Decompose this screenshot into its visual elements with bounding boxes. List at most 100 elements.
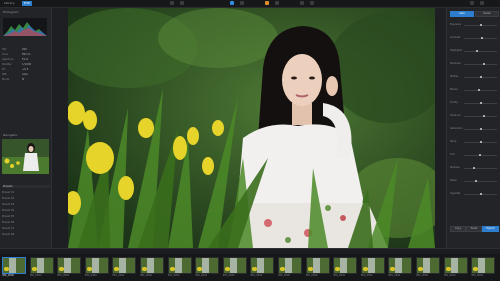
filmstrip-caption: IMG_0000	[84, 274, 97, 277]
crop-icon[interactable]	[230, 1, 234, 5]
filmstrip-thumbnail[interactable]	[250, 257, 275, 274]
adjust-slider[interactable]: Vibrance	[450, 114, 498, 117]
adjust-slider[interactable]: Blacks	[450, 88, 498, 91]
presets-header[interactable]: Presets	[2, 185, 50, 188]
filmstrip-thumbnail[interactable]	[195, 257, 220, 274]
slider-track[interactable]	[464, 167, 497, 169]
filmstrip-thumbnail[interactable]	[222, 257, 247, 274]
filmstrip-thumbnail[interactable]	[84, 257, 109, 274]
thumbnail-subject	[312, 258, 320, 273]
compare-icon[interactable]	[180, 1, 184, 5]
thumbnail-flower	[307, 267, 313, 271]
filmstrip-caption: IMG_0000	[195, 274, 208, 277]
thumbnail-flower	[86, 267, 92, 271]
zoom-icon[interactable]	[300, 1, 304, 5]
filmstrip-thumbnail[interactable]	[2, 257, 26, 274]
thumbnail-flower	[142, 267, 147, 271]
filmstrip: IMG_0000 IMG_0000 IMG_0000 IMG_0000 IMG_0000…	[0, 254, 500, 281]
slider-handle[interactable]	[482, 114, 485, 117]
settings-icon[interactable]	[470, 1, 474, 5]
copy-button[interactable]: Copy	[450, 226, 466, 232]
info-value: f/1.8	[22, 58, 28, 61]
slider-handle[interactable]	[474, 179, 477, 182]
navigator-preview[interactable]	[2, 139, 49, 174]
grid-view-icon[interactable]	[170, 1, 174, 5]
preset-item[interactable]: Preset 06	[2, 221, 48, 224]
preset-item[interactable]: Preset 07	[2, 227, 48, 230]
slider-handle[interactable]	[479, 75, 482, 78]
filmstrip-thumbnail[interactable]	[278, 257, 302, 274]
filmstrip-thumbnail[interactable]	[416, 257, 440, 274]
preset-item[interactable]: Preset 02	[2, 197, 48, 200]
filmstrip-thumbnail[interactable]	[112, 257, 137, 274]
adjust-slider[interactable]: Vignette	[450, 192, 498, 195]
adjust-slider[interactable]: Noise	[450, 179, 498, 182]
filmstrip-thumbnail[interactable]	[360, 257, 385, 274]
filmstrip-thumbnail[interactable]	[140, 257, 164, 274]
filmstrip-caption: IMG_0000	[29, 274, 42, 277]
hand-icon[interactable]	[310, 1, 314, 5]
tab-library[interactable]: Library	[2, 1, 17, 6]
preset-label: Preset 07	[2, 227, 15, 230]
left-panel: Histogram ISO 200 Lens 85mm Aperture f/1.8 Shu…	[0, 8, 52, 248]
reset-button[interactable]: Reset	[475, 11, 499, 17]
slider-handle[interactable]	[482, 62, 485, 65]
flag-icon[interactable]	[265, 1, 269, 5]
export-button[interactable]: Export	[482, 226, 499, 232]
adjust-slider[interactable]: Highlights	[450, 49, 498, 52]
filmstrip-thumbnail[interactable]	[167, 257, 192, 274]
slider-track[interactable]	[464, 89, 497, 91]
info-row: EV +0.3	[2, 68, 48, 71]
filmstrip-thumbnail[interactable]	[57, 257, 82, 274]
slider-label: Blacks	[450, 88, 458, 91]
slider-handle[interactable]	[479, 101, 482, 104]
adjust-slider[interactable]: Exposure	[450, 23, 498, 26]
preset-item[interactable]: Preset 04	[2, 209, 48, 212]
help-icon[interactable]	[480, 1, 484, 5]
thumbnail-subject	[257, 258, 265, 273]
filmstrip-thumbnail[interactable]	[388, 257, 413, 274]
preset-item[interactable]: Preset 03	[2, 203, 48, 206]
filmstrip-thumbnail[interactable]	[29, 257, 54, 274]
slider-handle[interactable]	[477, 88, 480, 91]
adjust-slider[interactable]: Saturation	[450, 127, 498, 130]
filmstrip-thumbnail[interactable]	[333, 257, 358, 274]
filmstrip-caption: IMG_0000	[167, 274, 180, 277]
thumbnail-subject	[395, 258, 403, 273]
slider-track[interactable]	[464, 115, 497, 117]
slider-track[interactable]	[464, 63, 497, 65]
star-icon[interactable]	[275, 1, 279, 5]
filmstrip-caption: IMG_0000	[278, 274, 290, 277]
main-image[interactable]	[68, 8, 435, 248]
rotate-icon[interactable]	[240, 1, 244, 5]
slider-handle[interactable]	[479, 23, 482, 26]
preset-item[interactable]: Preset 05	[2, 215, 48, 218]
adjust-slider[interactable]: Tint	[450, 153, 498, 156]
filmstrip-thumbnail[interactable]	[443, 257, 468, 274]
tab-edit[interactable]: Edit	[22, 1, 32, 6]
paste-button[interactable]: Paste	[466, 226, 482, 232]
auto-button[interactable]: Auto	[450, 11, 474, 17]
preset-item[interactable]: Preset 01	[2, 191, 48, 194]
slider-handle[interactable]	[479, 192, 482, 195]
slider-handle[interactable]	[480, 140, 483, 143]
adjust-slider[interactable]: Sharpen	[450, 166, 498, 169]
adjust-slider[interactable]: Temp	[450, 140, 498, 143]
slider-track[interactable]	[464, 180, 497, 182]
adjust-slider[interactable]: Clarity	[450, 101, 498, 104]
info-key: WB	[2, 73, 7, 76]
filmstrip-thumbnail[interactable]	[305, 257, 330, 274]
adjust-slider[interactable]: Whites	[450, 75, 498, 78]
filmstrip-thumbnail[interactable]	[471, 257, 496, 274]
slider-handle[interactable]	[479, 127, 482, 130]
preset-label: Preset 04	[2, 209, 15, 212]
slider-handle[interactable]	[481, 36, 484, 39]
filmstrip-caption: IMG_0000	[416, 274, 428, 277]
slider-label: Highlights	[450, 49, 463, 52]
adjust-slider[interactable]: Shadows	[450, 62, 498, 65]
adjust-slider[interactable]: Contrast	[450, 36, 498, 39]
preset-item[interactable]: Preset 08	[2, 233, 48, 236]
slider-track[interactable]	[464, 50, 497, 52]
slider-handle[interactable]	[478, 153, 481, 156]
info-value: +0.3	[22, 68, 29, 71]
